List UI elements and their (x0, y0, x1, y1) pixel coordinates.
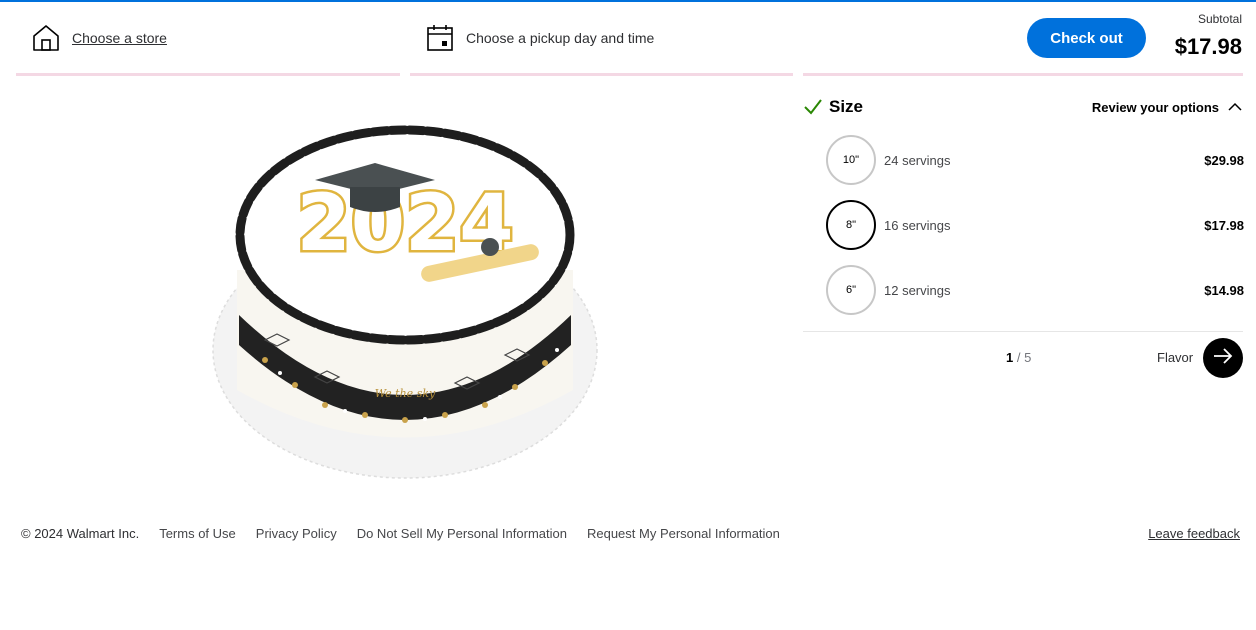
footer-link-privacy[interactable]: Privacy Policy (256, 526, 337, 541)
pager-current: 1 (1006, 350, 1014, 365)
checkmark-icon (803, 97, 823, 117)
size-option-10[interactable]: 10" 24 servings $29.98 (826, 135, 1244, 185)
progress-step-store (16, 73, 400, 76)
footer-link-do-not-sell[interactable]: Do Not Sell My Personal Information (357, 526, 567, 541)
servings-label: 16 servings (884, 217, 951, 233)
step-pager: 1 / 5 (1006, 350, 1031, 365)
servings-label: 12 servings (884, 282, 951, 298)
progress-step-options (803, 73, 1243, 76)
size-section-title: Size (829, 97, 864, 116)
checkout-button[interactable]: Check out (1027, 18, 1146, 58)
choose-store-link[interactable]: Choose a store (72, 30, 167, 46)
size-badge: 10" (826, 135, 876, 185)
subtotal-value: $17.98 (1174, 34, 1242, 59)
size-badge: 6" (826, 265, 876, 315)
progress-step-pickup (410, 73, 793, 76)
top-accent-line (0, 0, 1256, 2)
size-option-8[interactable]: 8" 16 servings $17.98 (826, 200, 1244, 250)
size-price: $29.98 (1204, 152, 1244, 168)
next-step-label: Flavor (1157, 350, 1194, 365)
chevron-up-icon (1227, 99, 1243, 115)
store-icon (30, 22, 62, 54)
cake-image: We the sky 2024 (212, 125, 598, 479)
copyright: © 2024 Walmart Inc. (21, 526, 140, 541)
review-options-label: Review your options (1091, 99, 1219, 115)
footer: © 2024 Walmart Inc. Terms of Use Privacy… (21, 526, 800, 541)
size-price: $17.98 (1204, 217, 1244, 233)
review-options-toggle[interactable]: Review your options (1092, 99, 1243, 115)
next-step-button[interactable] (1203, 338, 1243, 378)
choose-store[interactable]: Choose a store (30, 22, 167, 54)
servings-label: 24 servings (884, 152, 951, 168)
pickup-label: Choose a pickup day and time (466, 30, 655, 46)
calendar-icon (424, 22, 456, 54)
footer-link-terms[interactable]: Terms of Use (159, 526, 236, 541)
cake-side-text: We the sky (375, 387, 436, 400)
size-option-6[interactable]: 6" 12 servings $14.98 (826, 265, 1244, 315)
pager-separator: / (1016, 350, 1021, 365)
arrow-right-icon (1211, 344, 1235, 373)
footer-link-request-info[interactable]: Request My Personal Information (587, 526, 780, 541)
size-price: $14.98 (1204, 282, 1244, 298)
choose-pickup-time[interactable]: Choose a pickup day and time (424, 22, 654, 54)
options-divider (803, 331, 1243, 332)
subtotal-label: Subtotal (1197, 12, 1242, 26)
pager-total: 5 (1024, 350, 1032, 365)
leave-feedback-link[interactable]: Leave feedback (1148, 526, 1240, 541)
size-section-header: Size Review your options (803, 94, 1243, 120)
size-badge: 8" (826, 200, 876, 250)
